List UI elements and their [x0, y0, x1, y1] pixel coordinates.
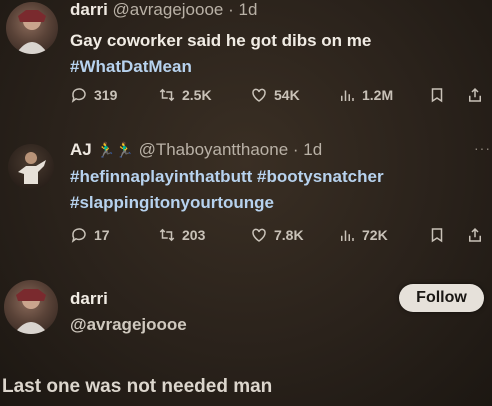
tweet-header: AJ 🏃‍♂️🏃‍♂️ @Thaboyantthaone · 1d — [70, 140, 323, 159]
retweet-button[interactable]: 203 — [158, 226, 205, 244]
avatar[interactable] — [6, 2, 58, 54]
like-button[interactable]: 7.8K — [250, 226, 304, 244]
like-count: 54K — [274, 87, 300, 103]
reply-icon — [71, 228, 86, 243]
retweet-count: 2.5K — [182, 87, 212, 103]
timestamp[interactable]: 1d — [238, 0, 257, 19]
share-button[interactable] — [466, 226, 484, 244]
profile-name[interactable]: darri — [70, 289, 108, 309]
reply-button[interactable]: 319 — [70, 86, 117, 104]
avatar[interactable] — [8, 144, 54, 190]
views-icon — [341, 90, 354, 101]
retweet-button[interactable]: 2.5K — [158, 86, 212, 104]
tweet-text: Gay coworker said he got dibs on me — [70, 31, 372, 50]
reply-count: 319 — [94, 87, 118, 103]
display-name[interactable]: AJ — [70, 140, 92, 159]
hashtag[interactable]: #WhatDatMean — [70, 57, 192, 77]
tweet-header: darri @avragejoooe · 1d — [70, 0, 258, 19]
bookmark-button[interactable] — [428, 86, 446, 104]
retweet-icon — [159, 88, 175, 102]
profile-handle[interactable]: @avragejoooe — [70, 315, 187, 335]
views-count: 72K — [362, 227, 388, 243]
like-button[interactable]: 54K — [250, 86, 300, 104]
like-count: 7.8K — [274, 227, 304, 243]
like-icon — [252, 228, 266, 242]
retweet-icon — [159, 228, 175, 242]
retweet-count: 203 — [182, 227, 206, 243]
tweet-actions: 319 2.5K 54K 1.2M — [70, 86, 490, 108]
reply-icon — [71, 88, 86, 103]
reply-count: 17 — [94, 227, 110, 243]
views-icon — [341, 230, 354, 241]
bookmark-icon — [431, 88, 443, 103]
handle[interactable]: @Thaboyantthaone — [139, 140, 289, 159]
share-icon — [469, 87, 481, 102]
like-icon — [252, 88, 266, 102]
bookmark-icon — [431, 228, 443, 243]
display-name[interactable]: darri — [70, 0, 108, 19]
timestamp[interactable]: 1d — [303, 140, 322, 159]
reply-button[interactable]: 17 — [70, 226, 110, 244]
handle[interactable]: @avragejoooe — [113, 0, 224, 19]
views-button[interactable]: 72K — [338, 226, 388, 244]
follow-button[interactable]: Follow — [399, 284, 484, 312]
tweet-actions: 17 203 7.8K 72K — [70, 226, 490, 248]
share-icon — [469, 227, 481, 242]
views-count: 1.2M — [362, 87, 394, 103]
hashtag[interactable]: #hefinnaplayinthatbutt #bootysnatcher — [70, 167, 384, 187]
views-button[interactable]: 1.2M — [338, 86, 393, 104]
runner-emoji: 🏃‍♂️🏃‍♂️ — [96, 142, 134, 159]
share-button[interactable] — [466, 86, 484, 104]
hashtag[interactable]: #slappingitonyourtounge — [70, 193, 274, 213]
avatar[interactable] — [4, 280, 58, 334]
more-icon[interactable]: ··· — [474, 140, 491, 156]
bookmark-button[interactable] — [428, 226, 446, 244]
caption-text: Last one was not needed man — [2, 376, 273, 397]
